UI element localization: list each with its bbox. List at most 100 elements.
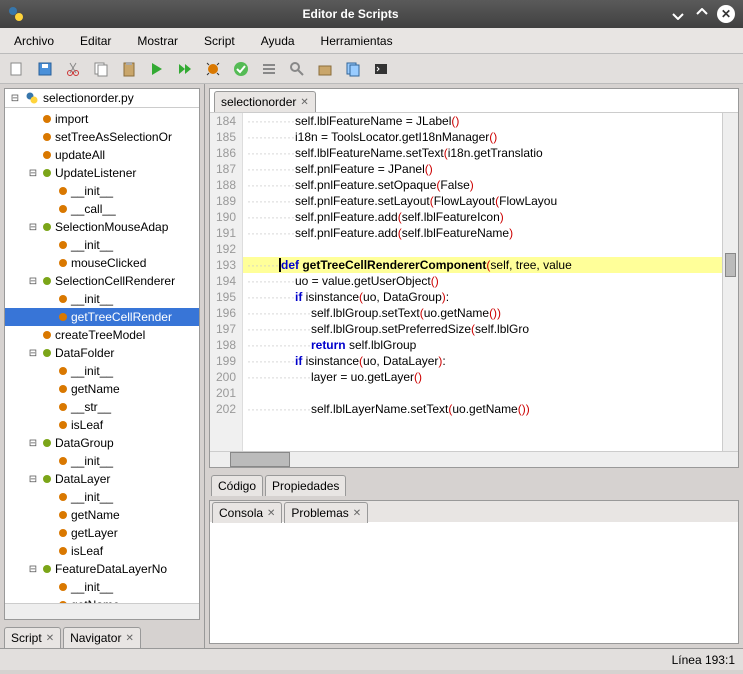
debug-icon[interactable] <box>204 60 222 78</box>
nav-node[interactable]: isLeaf <box>5 542 199 560</box>
close-button[interactable]: ✕ <box>717 5 735 23</box>
code-line[interactable]: ················self.lblGroup.setPreferr… <box>243 321 722 337</box>
expander-icon[interactable]: ⊟ <box>27 276 39 287</box>
code-line[interactable]: ········def getTreeCellRendererComponent… <box>243 257 722 273</box>
minimize-button[interactable] <box>669 5 687 23</box>
menu-archivo[interactable]: Archivo <box>10 32 58 50</box>
expander-icon[interactable]: ⊟ <box>27 474 39 485</box>
new-icon[interactable] <box>8 60 26 78</box>
nav-node[interactable]: mouseClicked <box>5 254 199 272</box>
terminal-icon[interactable] <box>372 60 390 78</box>
close-icon[interactable]: ✕ <box>267 508 275 519</box>
editor-hscroll[interactable] <box>210 451 738 467</box>
code-line[interactable]: ················self.lblGroup.setText(uo… <box>243 305 722 321</box>
nav-node[interactable]: ⊟UpdateListener <box>5 164 199 182</box>
nav-node[interactable]: updateAll <box>5 146 199 164</box>
code-line[interactable]: ············i18n = ToolsLocator.getI18nM… <box>243 129 722 145</box>
nav-node[interactable]: getTreeCellRender <box>5 308 199 326</box>
cut-icon[interactable] <box>64 60 82 78</box>
code-line[interactable]: ············self.lblFeatureName = JLabel… <box>243 113 722 129</box>
nav-node[interactable]: ⊟SelectionMouseAdap <box>5 218 199 236</box>
menu-script[interactable]: Script <box>200 32 239 50</box>
nav-node[interactable]: __init__ <box>5 452 199 470</box>
nav-node[interactable]: getName <box>5 506 199 524</box>
orange-dot-icon <box>59 403 67 411</box>
nav-node[interactable]: __init__ <box>5 362 199 380</box>
console-output[interactable] <box>209 522 739 644</box>
code-line[interactable] <box>243 241 722 257</box>
nav-node[interactable]: getName <box>5 380 199 398</box>
code-line[interactable]: ················self.lblLayerName.setTex… <box>243 401 722 417</box>
close-icon[interactable]: ✕ <box>353 508 361 519</box>
code-line[interactable]: ············if isinstance(uo, DataGroup)… <box>243 289 722 305</box>
menu-mostrar[interactable]: Mostrar <box>133 32 182 50</box>
left-tab[interactable]: Script✕ <box>4 627 61 648</box>
console-tab[interactable]: Problemas✕ <box>284 502 368 523</box>
code-area[interactable]: ············self.lblFeatureName = JLabel… <box>243 113 722 451</box>
run-all-icon[interactable] <box>176 60 194 78</box>
nav-node[interactable]: isLeaf <box>5 416 199 434</box>
left-tab[interactable]: Navigator✕ <box>63 627 141 648</box>
code-line[interactable]: ············if isinstance(uo, DataLayer)… <box>243 353 722 369</box>
nav-node[interactable]: ⊟SelectionCellRenderer <box>5 272 199 290</box>
nav-node[interactable]: createTreeModel <box>5 326 199 344</box>
close-icon[interactable]: ✕ <box>300 97 308 108</box>
code-line[interactable]: ············self.pnlFeature.add(self.lbl… <box>243 225 722 241</box>
nav-node[interactable]: getLayer <box>5 524 199 542</box>
navigator-panel: ⊟ selectionorder.py importsetTreeAsSelec… <box>4 88 200 620</box>
code-line[interactable]: ············self.pnlFeature.setLayout(Fl… <box>243 193 722 209</box>
navigator-root-label: selectionorder.py <box>43 91 134 105</box>
nav-node[interactable]: ⊟DataGroup <box>5 434 199 452</box>
nav-node[interactable]: __init__ <box>5 182 199 200</box>
nav-node[interactable]: import <box>5 110 199 128</box>
editor-vscroll[interactable] <box>722 113 738 451</box>
check-icon[interactable] <box>232 60 250 78</box>
mid-tab[interactable]: Propiedades <box>265 475 346 496</box>
editor-tab[interactable]: selectionorder ✕ <box>214 91 316 112</box>
code-line[interactable]: ············self.lblFeatureName.setText(… <box>243 145 722 161</box>
code-line[interactable]: ············self.pnlFeature.setOpaque(Fa… <box>243 177 722 193</box>
code-line[interactable]: ············self.pnlFeature = JPanel() <box>243 161 722 177</box>
code-line[interactable]: ················layer = uo.getLayer() <box>243 369 722 385</box>
mid-tab[interactable]: Código <box>211 475 263 496</box>
nav-node[interactable]: ⊟DataLayer <box>5 470 199 488</box>
code-line[interactable]: ············self.pnlFeature.add(self.lbl… <box>243 209 722 225</box>
paste-icon[interactable] <box>120 60 138 78</box>
nav-node[interactable]: getName <box>5 596 199 603</box>
nav-node[interactable]: __str__ <box>5 398 199 416</box>
nav-node[interactable]: setTreeAsSelectionOr <box>5 128 199 146</box>
menu-ayuda[interactable]: Ayuda <box>257 32 299 50</box>
nav-node[interactable]: __init__ <box>5 290 199 308</box>
code-line[interactable] <box>243 385 722 401</box>
nav-node[interactable]: __call__ <box>5 200 199 218</box>
expander-icon[interactable]: ⊟ <box>27 222 39 233</box>
misc-icon[interactable] <box>344 60 362 78</box>
expander-icon[interactable]: ⊟ <box>27 348 39 359</box>
code-line[interactable]: ················return self.lblGroup <box>243 337 722 353</box>
menu-editar[interactable]: Editar <box>76 32 115 50</box>
navigator-hscroll[interactable] <box>5 603 199 619</box>
console-tab[interactable]: Consola✕ <box>212 502 282 523</box>
run-icon[interactable] <box>148 60 166 78</box>
close-icon[interactable]: ✕ <box>46 633 54 644</box>
expander-icon[interactable]: ⊟ <box>27 438 39 449</box>
package-icon[interactable] <box>316 60 334 78</box>
nav-node[interactable]: __init__ <box>5 488 199 506</box>
find-icon[interactable] <box>288 60 306 78</box>
orange-dot-icon <box>59 421 67 429</box>
menu-herramientas[interactable]: Herramientas <box>317 32 397 50</box>
nav-node[interactable]: ⊟DataFolder <box>5 344 199 362</box>
list-icon[interactable] <box>260 60 278 78</box>
nav-node[interactable]: ⊟FeatureDataLayerNo <box>5 560 199 578</box>
save-icon[interactable] <box>36 60 54 78</box>
copy-icon[interactable] <box>92 60 110 78</box>
tree-expander-icon[interactable]: ⊟ <box>9 93 21 104</box>
nav-node-label: __init__ <box>71 490 113 504</box>
code-line[interactable]: ············uo = value.getUserObject() <box>243 273 722 289</box>
maximize-button[interactable] <box>693 5 711 23</box>
nav-node[interactable]: __init__ <box>5 578 199 596</box>
nav-node[interactable]: __init__ <box>5 236 199 254</box>
expander-icon[interactable]: ⊟ <box>27 564 39 575</box>
close-icon[interactable]: ✕ <box>125 633 133 644</box>
expander-icon[interactable]: ⊟ <box>27 168 39 179</box>
